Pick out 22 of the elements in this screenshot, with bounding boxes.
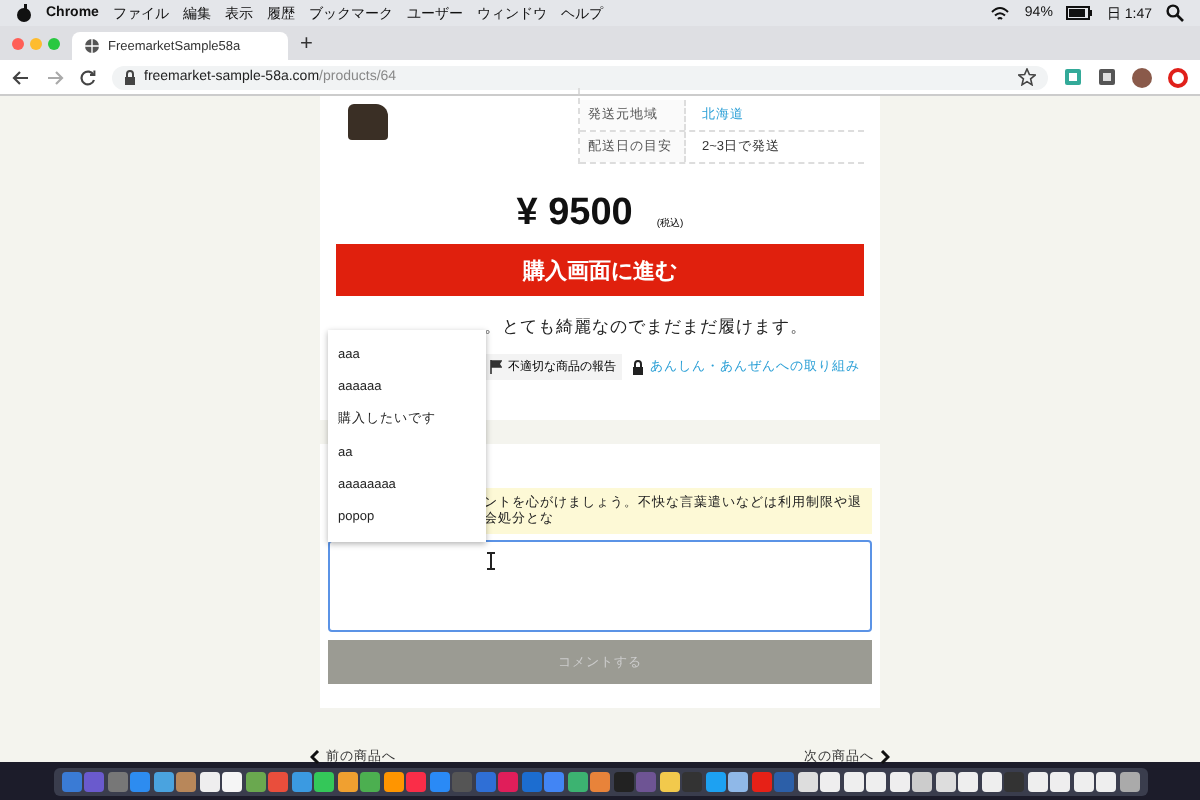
- back-icon[interactable]: [12, 69, 30, 85]
- lock-icon: [632, 359, 644, 375]
- text-cursor-icon: [486, 552, 496, 570]
- buy-button[interactable]: 購入画面に進む: [336, 244, 864, 296]
- forward-icon[interactable]: [46, 69, 64, 85]
- lock-icon: [124, 69, 136, 85]
- comment-field[interactable]: [328, 540, 872, 632]
- window-controls[interactable]: [12, 37, 60, 49]
- item-description: 。とても綺麗なのでまだまだ履けます。: [482, 316, 810, 340]
- chevron-right-icon: [880, 750, 890, 764]
- reload-icon[interactable]: [80, 69, 96, 85]
- wifi-icon[interactable]: [990, 5, 1011, 21]
- profile-icon[interactable]: [1132, 67, 1152, 87]
- globe-icon: [84, 38, 100, 54]
- flag-icon: [490, 360, 502, 374]
- price: ¥ 9500: [516, 192, 633, 236]
- star-icon[interactable]: [1018, 68, 1036, 86]
- chevron-left-icon: [310, 750, 320, 764]
- photo-placeholder: [348, 104, 388, 140]
- new-tab-button[interactable]: +: [300, 31, 313, 55]
- search-icon[interactable]: [1166, 4, 1184, 22]
- battery-icon: [1066, 6, 1093, 20]
